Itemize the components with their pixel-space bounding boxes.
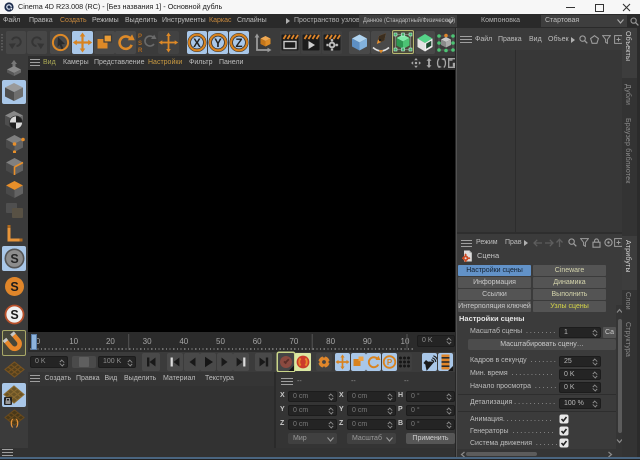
svg-text:30: 30	[143, 337, 152, 346]
svg-text:( ): ( )	[10, 418, 19, 428]
svg-text:S: S	[138, 41, 142, 47]
svg-text:Z: Z	[235, 38, 242, 50]
svg-text:90: 90	[363, 337, 372, 346]
svg-text:R: R	[138, 48, 143, 53]
svg-text:80: 80	[326, 337, 335, 346]
svg-text:10: 10	[401, 337, 410, 346]
svg-text:50: 50	[216, 337, 225, 346]
svg-text:S: S	[10, 308, 18, 322]
svg-text:20: 20	[106, 337, 115, 346]
svg-text:40: 40	[179, 337, 188, 346]
svg-text:P: P	[386, 358, 392, 367]
svg-text:70: 70	[289, 337, 298, 346]
svg-text:X: X	[193, 38, 201, 50]
svg-text:60: 60	[253, 337, 262, 346]
svg-text:Y: Y	[214, 38, 222, 50]
svg-text:S: S	[10, 280, 18, 294]
svg-text:10: 10	[69, 337, 78, 346]
svg-text:P: P	[138, 34, 142, 40]
svg-text:S: S	[10, 252, 18, 266]
